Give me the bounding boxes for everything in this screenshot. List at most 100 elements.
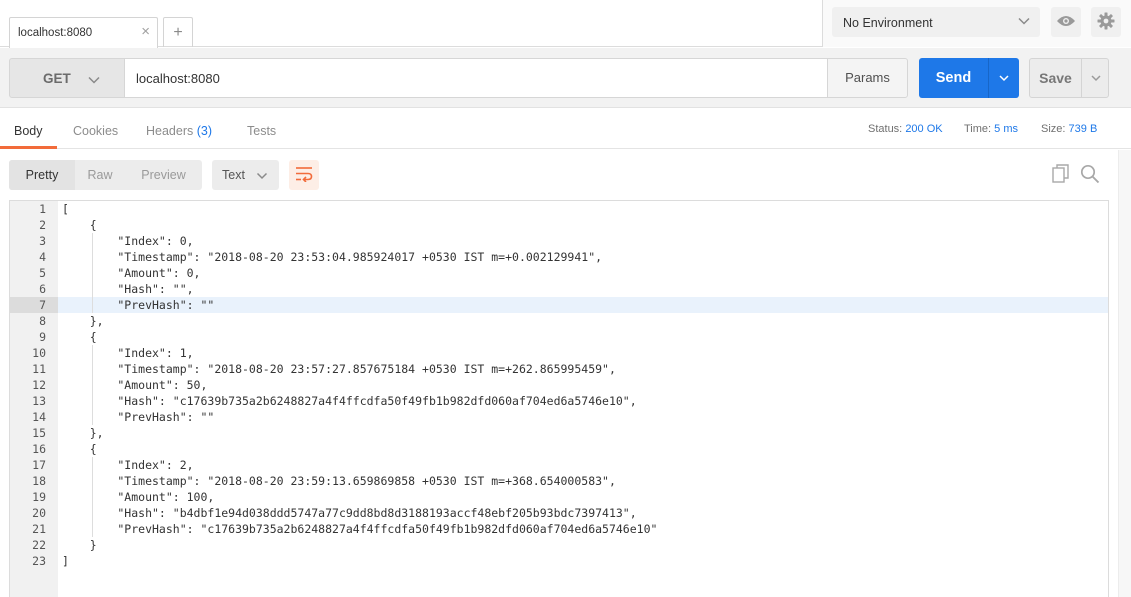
indent-guide	[92, 281, 93, 297]
tab-headers[interactable]: Headers (3)	[146, 124, 212, 138]
request-url-bar: GET Params Send Save	[0, 48, 1131, 108]
indent-guide	[92, 505, 93, 521]
format-select[interactable]: Text	[212, 160, 279, 190]
code-line[interactable]: 11 "Timestamp": "2018-08-20 23:57:27.857…	[10, 361, 1108, 377]
code-line[interactable]: 10 "Index": 1,	[10, 345, 1108, 361]
code-text: {	[62, 442, 97, 456]
indent-guide	[92, 361, 93, 377]
code-line[interactable]: 19 "Amount": 100,	[10, 489, 1108, 505]
save-options-toggle[interactable]	[1081, 59, 1109, 97]
chevron-down-icon	[256, 170, 268, 185]
copy-button[interactable]	[1050, 163, 1072, 186]
code-line[interactable]: 12 "Amount": 50,	[10, 377, 1108, 393]
line-number: 23	[32, 554, 46, 568]
code-text: "PrevHash": ""	[62, 410, 215, 424]
environment-quick-look-button[interactable]	[1051, 7, 1081, 37]
indent-guide	[92, 377, 93, 393]
view-preview-button[interactable]: Preview	[125, 160, 202, 190]
view-pretty-button[interactable]: Pretty	[9, 160, 75, 190]
indent-guide	[92, 297, 93, 313]
indent-guide	[92, 393, 93, 409]
line-number: 17	[32, 458, 46, 472]
code-line[interactable]: 1[	[10, 201, 1108, 217]
code-line[interactable]: 7 "PrevHash": ""	[10, 297, 1108, 313]
environment-select[interactable]: No Environment	[832, 7, 1040, 37]
line-number: 9	[39, 330, 46, 344]
code-text: "Hash": "",	[62, 282, 194, 296]
top-tab-bar: localhost:8080 × + No Environment	[0, 0, 1131, 48]
view-raw-button[interactable]: Raw	[75, 160, 125, 190]
code-text: "Amount": 50,	[62, 378, 208, 392]
page-scrollbar[interactable]	[1118, 150, 1131, 597]
response-body-editor[interactable]: 1[2 {3 "Index": 0, 4 "Timestamp": "2018-0…	[9, 200, 1109, 597]
send-button[interactable]: Send	[919, 58, 1019, 98]
tab-body[interactable]: Body	[14, 124, 43, 138]
line-number: 2	[39, 218, 46, 232]
code-line[interactable]: 23]	[10, 553, 1108, 569]
code-text: "Amount": 100,	[62, 490, 215, 504]
code-line[interactable]: 17 "Index": 2,	[10, 457, 1108, 473]
environment-select-label: No Environment	[843, 16, 933, 30]
code-line[interactable]: 2 {	[10, 217, 1108, 233]
code-text: "PrevHash": "c17639b735a2b6248827a4f4ffc…	[62, 522, 658, 536]
code-line[interactable]: 15 },	[10, 425, 1108, 441]
line-number: 20	[32, 506, 46, 520]
chevron-down-icon	[87, 73, 101, 90]
status-label: Status:	[868, 123, 903, 135]
wrap-lines-button[interactable]	[289, 160, 319, 190]
indent-guide	[92, 345, 93, 361]
tab-tests[interactable]: Tests	[247, 124, 276, 138]
line-number: 12	[32, 378, 46, 392]
code-line[interactable]: 16 {	[10, 441, 1108, 457]
code-text: "Hash": "b4dbf1e94d038ddd5747a77c9dd8bd8…	[62, 506, 637, 520]
method-select[interactable]: GET	[9, 58, 125, 98]
search-button[interactable]	[1079, 164, 1101, 186]
line-number: 14	[32, 410, 46, 424]
headers-count-badge: (3)	[196, 124, 213, 138]
settings-button[interactable]	[1091, 7, 1121, 37]
indent-guide	[92, 473, 93, 489]
request-tab-label: localhost:8080	[18, 27, 93, 39]
code-line[interactable]: 5 "Amount": 0,	[10, 265, 1108, 281]
code-line[interactable]: 14 "PrevHash": ""	[10, 409, 1108, 425]
tab-cookies[interactable]: Cookies	[73, 124, 118, 138]
code-text: "PrevHash": ""	[62, 298, 215, 312]
code-line[interactable]: 13 "Hash": "c17639b735a2b6248827a4f4ffcd…	[10, 393, 1108, 409]
body-view-toolbar: Pretty Raw Preview Text	[0, 150, 1131, 200]
code-line[interactable]: 3 "Index": 0,	[10, 233, 1108, 249]
code-line[interactable]: 20 "Hash": "b4dbf1e94d038ddd5747a77c9dd8…	[10, 505, 1108, 521]
line-number: 3	[39, 234, 46, 248]
code-line[interactable]: 22 }	[10, 537, 1108, 553]
request-tab[interactable]: localhost:8080 ×	[9, 17, 158, 48]
indent-guide	[92, 489, 93, 505]
indent-guide	[92, 409, 93, 425]
chevron-down-icon	[999, 75, 1009, 82]
indent-guide	[92, 233, 93, 249]
code-line[interactable]: 4 "Timestamp": "2018-08-20 23:53:04.9859…	[10, 249, 1108, 265]
code-line[interactable]: 6 "Hash": "",	[10, 281, 1108, 297]
params-button[interactable]: Params	[827, 58, 908, 98]
line-number: 8	[39, 314, 46, 328]
code-line[interactable]: 21 "PrevHash": "c17639b735a2b6248827a4f4…	[10, 521, 1108, 537]
tab-headers-label: Headers	[146, 124, 194, 138]
code-text: {	[62, 330, 97, 344]
url-input[interactable]	[125, 58, 828, 98]
code-line[interactable]: 9 {	[10, 329, 1108, 345]
send-options-toggle[interactable]	[988, 58, 1019, 98]
save-button[interactable]: Save	[1029, 58, 1109, 98]
code-text: },	[62, 314, 104, 328]
size-value: 739 B	[1068, 123, 1098, 135]
line-number: 22	[32, 538, 46, 552]
indent-guide	[92, 457, 93, 473]
code-line[interactable]: 8 },	[10, 313, 1108, 329]
line-number: 1	[39, 202, 46, 216]
line-number: 16	[32, 442, 46, 456]
code-line[interactable]: 18 "Timestamp": "2018-08-20 23:59:13.659…	[10, 473, 1108, 489]
new-tab-button[interactable]: +	[163, 17, 193, 47]
close-tab-icon[interactable]: ×	[141, 24, 150, 40]
method-label: GET	[43, 71, 71, 86]
view-mode-selector: Pretty Raw Preview	[9, 160, 202, 190]
line-number: 5	[39, 266, 46, 280]
code-text: "Index": 0,	[62, 234, 194, 248]
gear-icon	[1097, 12, 1115, 33]
